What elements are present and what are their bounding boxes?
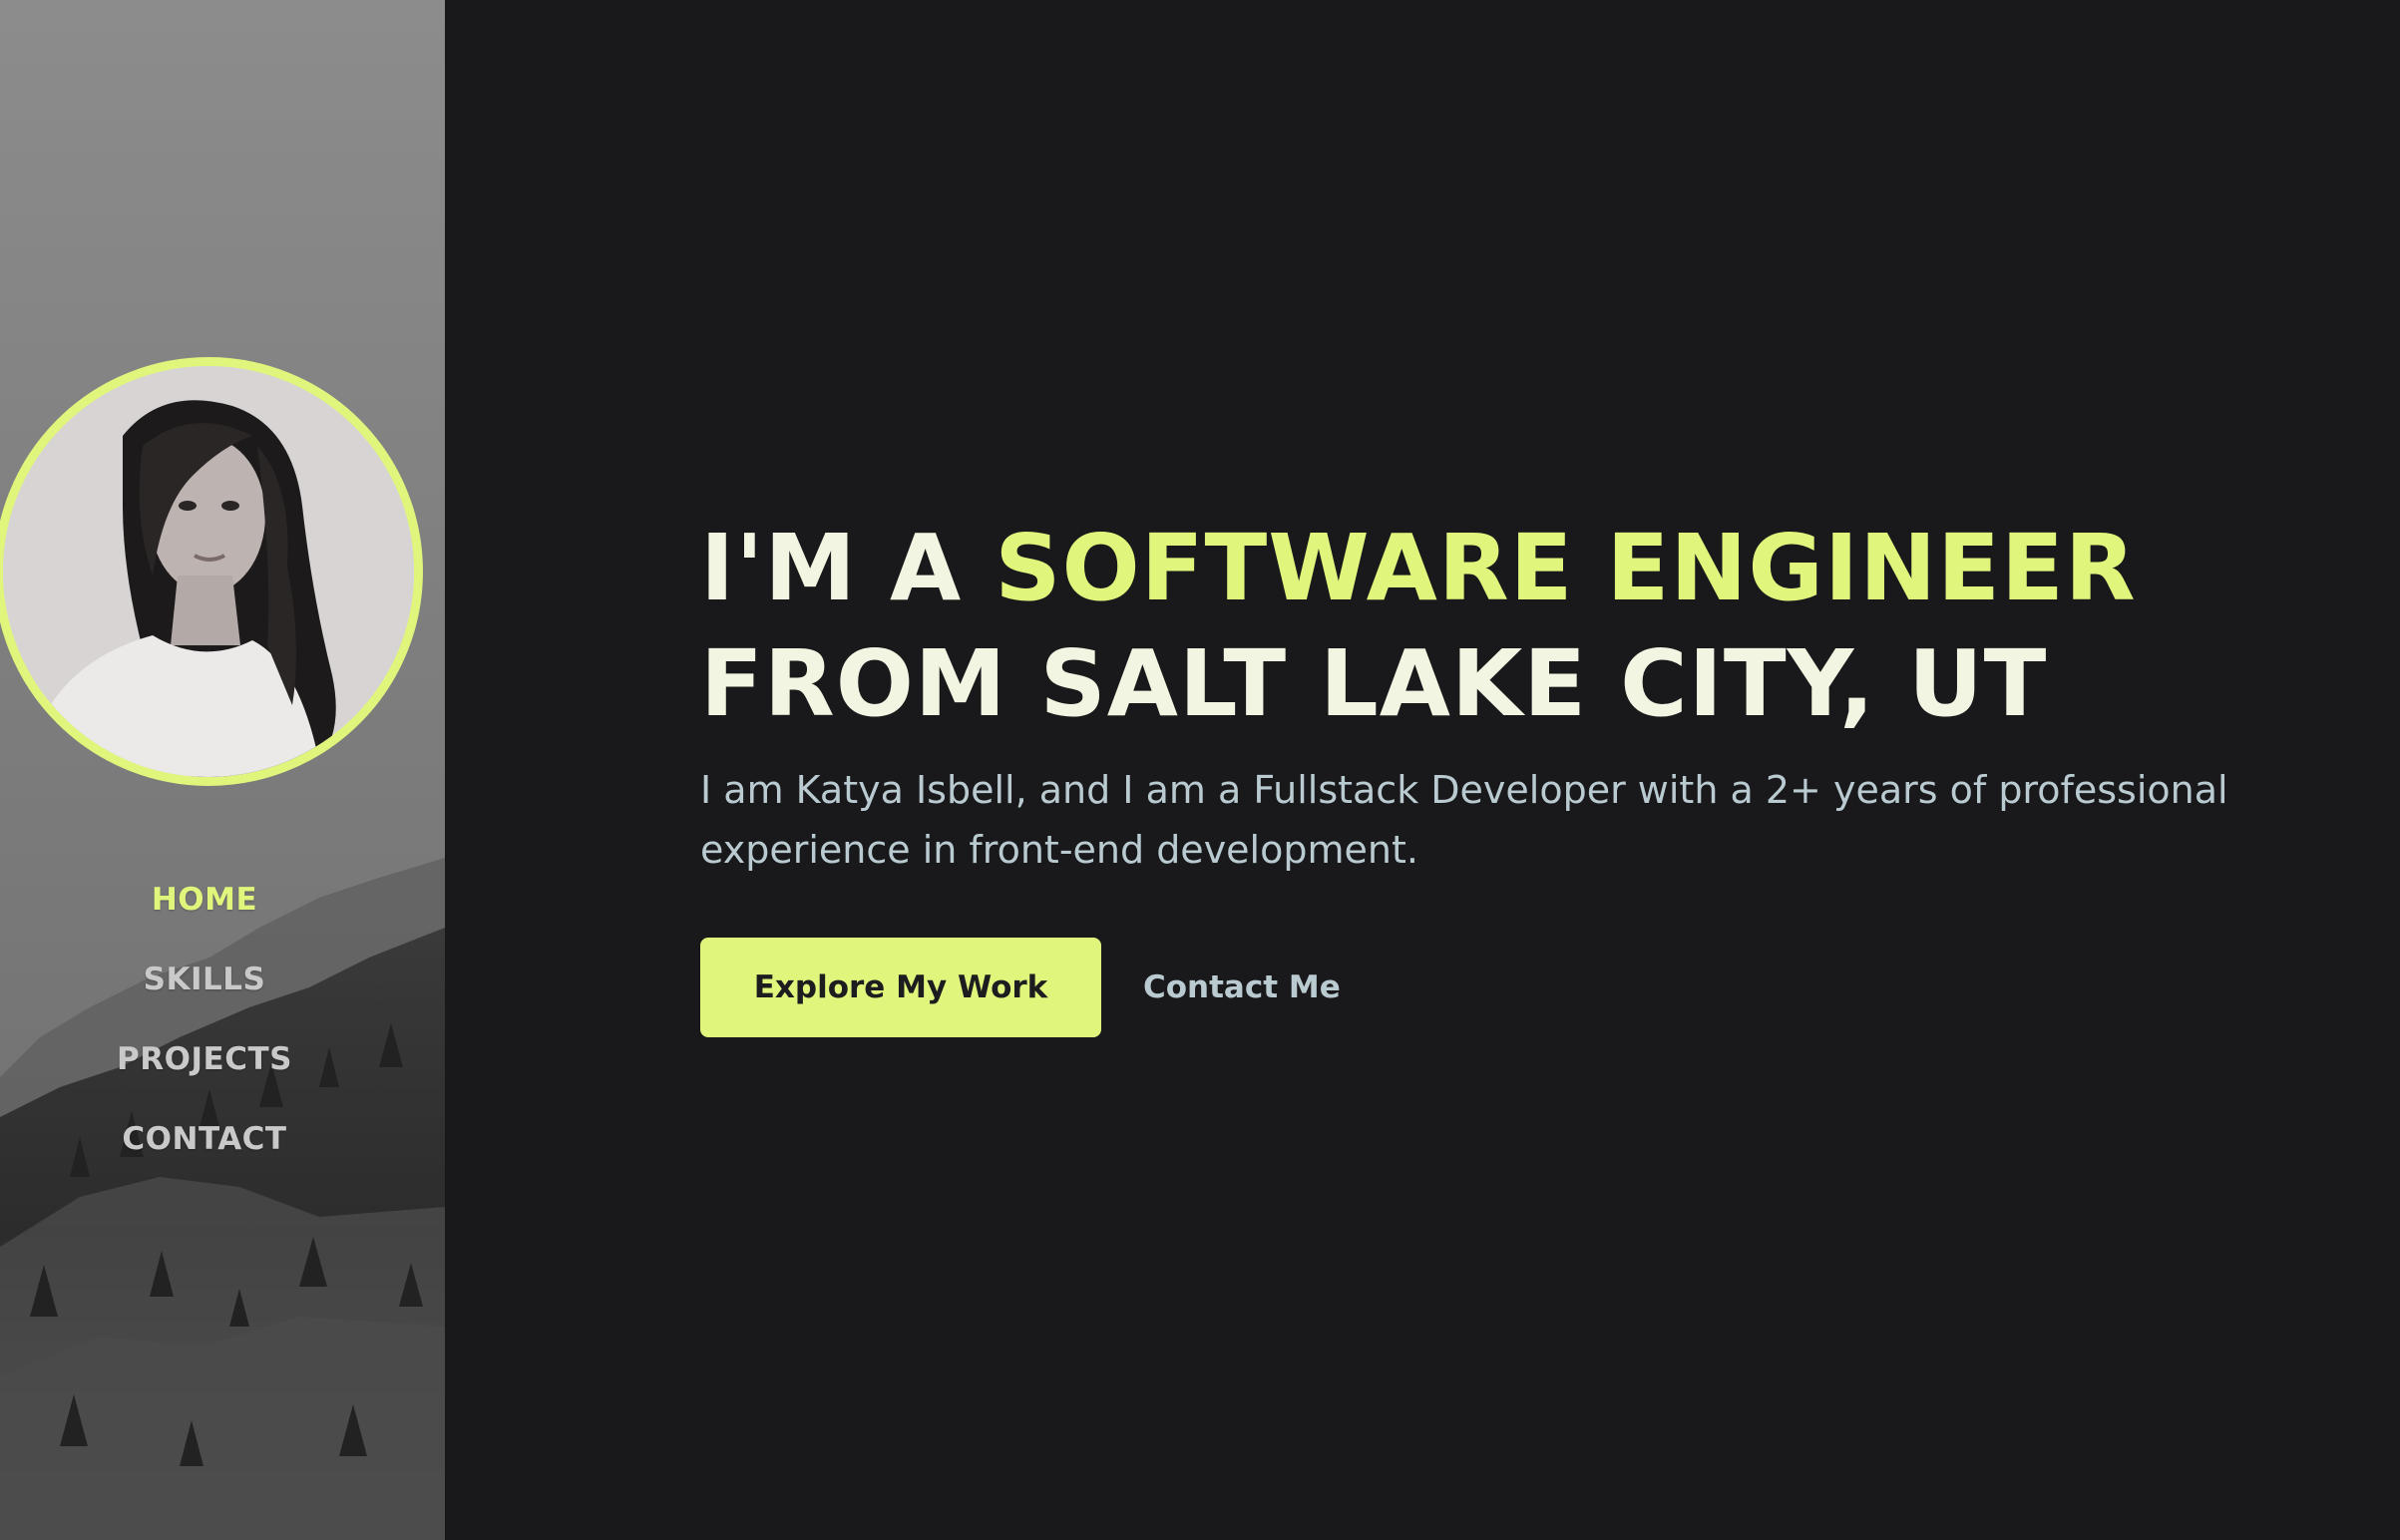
sidebar: HOME SKILLS PROJECTS CONTACT xyxy=(0,0,445,1540)
nav-item-projects[interactable]: PROJECTS xyxy=(0,1019,409,1099)
sidebar-nav: HOME SKILLS PROJECTS CONTACT xyxy=(0,860,409,1179)
headline-line2: FROM SALT LAKE CITY, UT xyxy=(700,630,2048,737)
page: HOME SKILLS PROJECTS CONTACT I'M A SOFTW… xyxy=(0,0,2400,1540)
headline-prefix: I'M A xyxy=(700,515,996,621)
nav-item-contact[interactable]: CONTACT xyxy=(0,1099,409,1179)
hero-section: I'M A SOFTWARE ENGINEER FROM SALT LAKE C… xyxy=(700,511,2316,1037)
explore-work-button[interactable]: Explore My Work xyxy=(700,938,1101,1037)
hero-intro: I am Katya Isbell, and I am a Fullstack … xyxy=(700,768,2228,872)
contact-me-link[interactable]: Contact Me xyxy=(1143,969,1341,1005)
hero-actions: Explore My Work Contact Me xyxy=(700,938,2316,1037)
hero-headline: I'M A SOFTWARE ENGINEER FROM SALT LAKE C… xyxy=(700,511,2316,742)
nav-item-home[interactable]: HOME xyxy=(0,860,409,940)
nav-item-skills[interactable]: SKILLS xyxy=(0,940,409,1019)
profile-avatar xyxy=(0,357,423,786)
headline-accent: SOFTWARE ENGINEER xyxy=(995,515,2137,621)
profile-photo-icon xyxy=(3,366,414,777)
